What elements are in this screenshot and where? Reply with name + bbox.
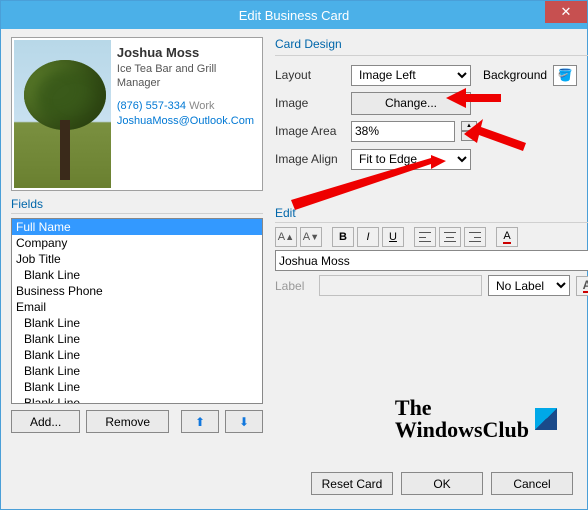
image-align-label: Image Align <box>275 152 345 166</box>
label-color-button[interactable]: A <box>576 276 588 296</box>
layout-label: Layout <box>275 68 345 82</box>
card-phone: (876) 557-334 Work <box>117 99 254 114</box>
cancel-button[interactable]: Cancel <box>491 472 573 495</box>
field-item[interactable]: Blank Line <box>12 331 262 347</box>
layout-select[interactable]: Image Left <box>351 65 471 86</box>
move-down-button[interactable]: ⬇ <box>225 410 263 433</box>
image-align-select[interactable]: Fit to Edge <box>351 149 471 170</box>
image-area-row: Image Area ▲ ▼ <box>275 118 588 144</box>
edit-business-card-window: Edit Business Card ✕ Joshua Moss Ice Tea… <box>0 0 588 510</box>
paint-bucket-icon: 🪣 <box>558 68 573 82</box>
card-preview: Joshua Moss Ice Tea Bar and Grill Manage… <box>11 37 263 191</box>
image-align-row: Image Align Fit to Edge <box>275 146 588 172</box>
remove-field-button[interactable]: Remove <box>86 410 169 433</box>
field-item[interactable]: Email <box>12 299 262 315</box>
edit-text-input[interactable] <box>275 250 588 271</box>
fields-list[interactable]: Full NameCompanyJob TitleBlank LineBusin… <box>11 218 263 404</box>
titlebar: Edit Business Card ✕ <box>1 1 587 29</box>
left-column: Joshua Moss Ice Tea Bar and Grill Manage… <box>11 37 263 433</box>
field-item[interactable]: Job Title <box>12 251 262 267</box>
align-right-button[interactable] <box>464 227 486 247</box>
image-area-label: Image Area <box>275 124 345 138</box>
card-name: Joshua Moss <box>117 44 254 62</box>
ok-button[interactable]: OK <box>401 472 483 495</box>
label-text-input[interactable] <box>319 275 482 296</box>
card-sub: Ice Tea Bar and Grill Manager <box>117 62 254 92</box>
background-label: Background <box>483 68 547 82</box>
add-field-button[interactable]: Add... <box>11 410 80 433</box>
label-caption: Label <box>275 279 313 293</box>
spinner-down-icon[interactable]: ▼ <box>461 131 477 141</box>
card-email: JoshuaMoss@Outlook.Com <box>117 114 254 129</box>
fields-section: Fields Full NameCompanyJob TitleBlank Li… <box>11 197 263 433</box>
field-item[interactable]: Company <box>12 235 262 251</box>
label-row: Label No Label A <box>275 275 588 296</box>
text-toolbar: A▲ A▼ B I U A <box>275 227 588 247</box>
field-item[interactable]: Blank Line <box>12 347 262 363</box>
fields-label: Fields <box>11 197 263 211</box>
image-row: Image Change... <box>275 90 588 116</box>
right-column: Card Design Layout Image Left Background… <box>275 37 588 433</box>
move-up-button[interactable]: ⬆ <box>181 410 219 433</box>
layout-row: Layout Image Left Background 🪣 <box>275 62 588 88</box>
bold-button[interactable]: B <box>332 227 354 247</box>
edit-section: Edit A▲ A▼ B I U A <box>275 206 588 296</box>
font-color-button[interactable]: A <box>496 227 518 247</box>
change-image-button[interactable]: Change... <box>351 92 471 115</box>
field-item[interactable]: Blank Line <box>12 379 262 395</box>
reset-card-button[interactable]: Reset Card <box>311 472 393 495</box>
edit-label: Edit <box>275 206 588 220</box>
font-increase-button[interactable]: A▲ <box>275 227 297 247</box>
footer-buttons: Reset Card OK Cancel <box>311 472 573 495</box>
underline-button[interactable]: U <box>382 227 404 247</box>
italic-button[interactable]: I <box>357 227 379 247</box>
label-position-select[interactable]: No Label <box>488 275 570 296</box>
arrow-down-icon: ⬇ <box>239 415 249 429</box>
image-area-input[interactable] <box>351 121 455 142</box>
font-color-icon: A <box>583 279 588 293</box>
field-item[interactable]: Blank Line <box>12 267 262 283</box>
background-color-button[interactable]: 🪣 <box>553 65 577 86</box>
close-icon: ✕ <box>561 4 572 20</box>
window-title: Edit Business Card <box>1 8 587 23</box>
close-button[interactable]: ✕ <box>545 1 587 23</box>
field-item[interactable]: Full Name <box>12 219 262 235</box>
image-label: Image <box>275 96 345 110</box>
font-decrease-button[interactable]: A▼ <box>300 227 322 247</box>
spinner-up-icon[interactable]: ▲ <box>461 121 477 131</box>
field-item[interactable]: Business Phone <box>12 283 262 299</box>
field-item[interactable]: Blank Line <box>12 315 262 331</box>
card-design-label: Card Design <box>275 37 588 51</box>
field-item[interactable]: Blank Line <box>12 395 262 404</box>
arrow-up-icon: ⬆ <box>195 415 205 429</box>
image-area-spinner[interactable]: ▲ ▼ <box>461 121 477 141</box>
card-image <box>14 40 111 188</box>
align-center-button[interactable] <box>439 227 461 247</box>
field-item[interactable]: Blank Line <box>12 363 262 379</box>
align-left-button[interactable] <box>414 227 436 247</box>
card-info: Joshua Moss Ice Tea Bar and Grill Manage… <box>111 40 260 188</box>
